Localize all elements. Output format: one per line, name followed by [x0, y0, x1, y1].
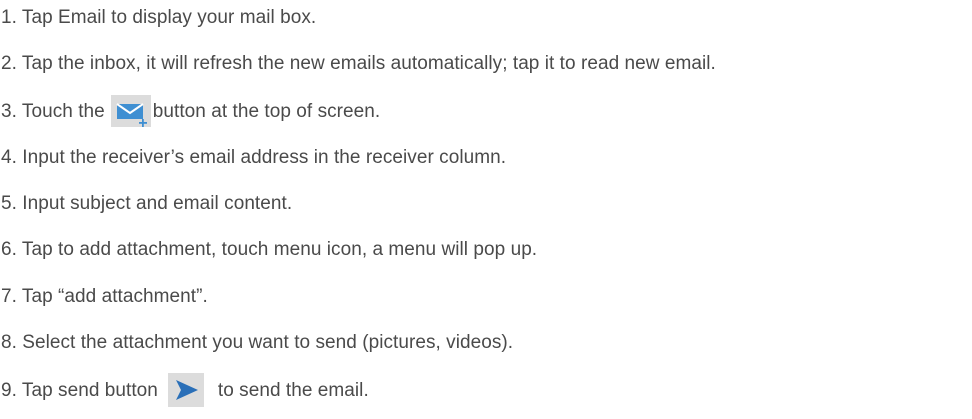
step-1-text: 1. Tap Email to display your mail box.	[1, 7, 317, 28]
step-3: 3. Touch the button at the top of screen…	[1, 95, 381, 127]
step-7: 7. Tap “add attachment”.	[1, 282, 208, 312]
step-4: 4. Input the receiver’s email address in…	[1, 143, 506, 173]
step-2: 2. Tap the inbox, it will refresh the ne…	[1, 49, 716, 79]
step-4-text: 4. Input the receiver’s email address in…	[1, 147, 507, 168]
send-icon	[167, 373, 204, 407]
step-8: 8. Select the attachment you want to sen…	[1, 328, 513, 358]
step-9: 9. Tap send button to send the email.	[1, 373, 369, 407]
step-9-text-before: 9. Tap send button	[1, 380, 158, 401]
step-6: 6. Tap to add attachment, touch menu ico…	[1, 235, 537, 265]
step-2-text: 2. Tap the inbox, it will refresh the ne…	[1, 53, 716, 74]
step-7-text: 7. Tap “add attachment”.	[1, 286, 208, 307]
step-1: 1. Tap Email to display your mail box.	[1, 3, 316, 33]
step-5: 5. Input subject and email content.	[1, 189, 292, 219]
step-6-text: 6. Tap to add attachment, touch menu ico…	[1, 239, 538, 260]
step-3-text-before: 3. Touch the	[1, 101, 105, 122]
compose-mail-icon	[110, 95, 151, 127]
step-3-text-after: button at the top of screen.	[152, 101, 381, 122]
step-8-text: 8. Select the attachment you want to sen…	[1, 332, 514, 353]
step-9-text-after: to send the email.	[217, 380, 369, 401]
step-5-text: 5. Input subject and email content.	[1, 193, 293, 214]
